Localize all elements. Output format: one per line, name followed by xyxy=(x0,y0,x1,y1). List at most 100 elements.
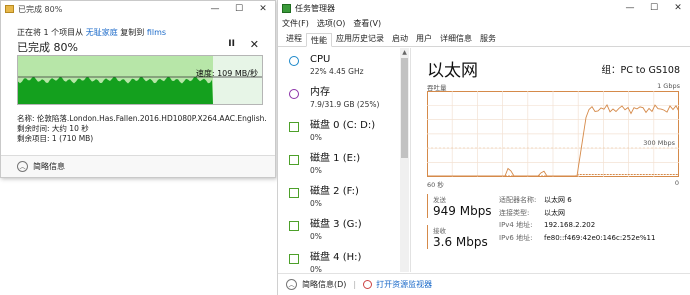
footer-divider: | xyxy=(353,280,357,289)
resource-item-disk-0[interactable]: 磁盘 0 (C: D:) 0% xyxy=(278,114,410,147)
resource-list: CPU 22% 4.45 GHz 内存 7.9/31.9 GB (25%) 磁盘 0… xyxy=(278,48,411,272)
resource-usage: 0% xyxy=(310,133,322,142)
speed-readout: 速度: 109 MB/秒 xyxy=(195,69,258,78)
throughput-max-label: 1 Gbps xyxy=(657,82,680,90)
file-name-line: 名称: 伦敦陷落.London.Has.Fallen.2016.HD1080P.… xyxy=(17,114,267,123)
menu-view[interactable]: 查看(V) xyxy=(353,18,381,29)
resource-usage: 22% 4.45 GHz xyxy=(310,67,364,76)
folder-icon xyxy=(5,5,14,13)
minimize-button[interactable]: — xyxy=(203,1,227,17)
receive-label: 接收 xyxy=(433,227,446,235)
brief-info-toggle[interactable]: ︿ 简略信息 xyxy=(1,155,275,177)
adapter-group: 组：PC to GS108 xyxy=(601,65,680,76)
resource-item-disk-3[interactable]: 磁盘 3 (G:) 0% xyxy=(278,213,410,246)
copy-window-title: 已完成 80% xyxy=(18,4,63,14)
property-key: IPv4 地址: xyxy=(499,221,533,229)
ethernet-detail-panel: 以太网 组：PC to GS108 吞吐量 1 Gbps 300 Mbps 60… xyxy=(424,48,686,272)
status-middle: 复制到 xyxy=(120,28,145,37)
resource-name: CPU xyxy=(310,54,331,65)
resource-usage: 0% xyxy=(310,232,322,241)
close-button[interactable]: ✕ xyxy=(251,1,275,17)
resource-usage: 7.9/31.9 GB (25%) xyxy=(310,100,380,109)
cpu-mini-graph-icon xyxy=(289,56,299,66)
brief-info-button[interactable]: 简略信息(D) xyxy=(302,279,346,290)
copy-details: 名称: 伦敦陷落.London.Has.Fallen.2016.HD1080P.… xyxy=(17,114,267,144)
scroll-thumb[interactable] xyxy=(401,58,408,158)
source-folder-link[interactable]: 无耻家庭 xyxy=(86,28,118,37)
memory-mini-graph-icon xyxy=(289,89,299,99)
destination-folder-link[interactable]: films xyxy=(147,28,166,37)
tab-performance[interactable]: 性能 xyxy=(306,33,332,47)
pause-button[interactable]: II xyxy=(228,39,235,49)
property-row: IPv6 地址: fe80::f469:42e0:146c:252e%11 xyxy=(499,232,655,245)
menu-bar: 文件(F) 选项(O) 查看(V) xyxy=(278,16,690,30)
resource-item-disk-4[interactable]: 磁盘 4 (H:) 0% xyxy=(278,246,410,272)
maximize-button[interactable]: ☐ xyxy=(642,0,666,16)
resource-item-cpu[interactable]: CPU 22% 4.45 GHz xyxy=(278,48,410,81)
property-value: fe80::f469:42e0:146c:252e%11 xyxy=(544,233,656,242)
task-manager-window: 任务管理器 — ☐ ✕ 文件(F) 选项(O) 查看(V) 进程 性能 应用历史… xyxy=(277,0,690,295)
property-key: 适配器名称: xyxy=(499,196,537,204)
scroll-up-icon[interactable]: ▲ xyxy=(400,48,409,57)
menu-options[interactable]: 选项(O) xyxy=(317,18,346,29)
detail-title: 以太网 xyxy=(427,61,478,81)
tm-window-controls: — ☐ ✕ xyxy=(618,0,690,16)
minimize-button[interactable]: — xyxy=(618,0,642,16)
resource-name: 磁盘 4 (H:) xyxy=(310,252,362,263)
percent-row: 已完成 80% II ✕ xyxy=(17,38,263,55)
property-row: 连接类型: 以太网 xyxy=(499,207,655,220)
property-row: 适配器名称: 以太网 6 xyxy=(499,194,655,207)
adapter-properties: 适配器名称: 以太网 6 连接类型: 以太网 IPv4 地址: 192.168.2.2… xyxy=(499,194,655,244)
resource-item-memory[interactable]: 内存 7.9/31.9 GB (25%) xyxy=(278,81,410,114)
resource-item-disk-1[interactable]: 磁盘 1 (E:) 0% xyxy=(278,147,410,180)
tab-app-history[interactable]: 应用历史记录 xyxy=(332,32,388,46)
resource-list-scrollbar[interactable]: ▲ xyxy=(400,48,409,272)
copy-status-line: 正在将 1 个项目从 无耻家庭 复制到 films xyxy=(17,27,166,38)
transfer-speed-graph: 速度: 109 MB/秒 xyxy=(17,55,263,105)
open-resource-monitor-link[interactable]: 打开资源监视器 xyxy=(376,279,432,290)
tab-startup[interactable]: 启动 xyxy=(388,32,412,46)
speed-graph-plot xyxy=(18,56,262,104)
chevron-up-icon[interactable]: ︿ xyxy=(286,279,297,290)
resource-name: 磁盘 3 (G:) xyxy=(310,219,362,230)
disk-mini-graph-icon xyxy=(289,221,299,231)
tab-strip: 进程 性能 应用历史记录 启动 用户 详细信息 服务 xyxy=(278,31,690,47)
throughput-graph: 300 Mbps xyxy=(427,91,679,177)
resource-name: 磁盘 0 (C: D:) xyxy=(310,120,376,131)
property-key: 连接类型: xyxy=(499,208,530,217)
tm-footer: ︿ 简略信息(D) | 打开资源监视器 xyxy=(278,273,690,295)
time-remaining-line: 剩余时间: 大约 10 秒 xyxy=(17,124,89,133)
resource-usage: 0% xyxy=(310,166,322,175)
cancel-copy-button[interactable]: ✕ xyxy=(250,38,259,51)
copy-window-controls: — ☐ ✕ xyxy=(203,1,275,17)
tab-services[interactable]: 服务 xyxy=(476,32,500,46)
chevron-up-icon: ︿ xyxy=(17,161,28,172)
tab-processes[interactable]: 进程 xyxy=(282,32,306,46)
copy-progress-dialog: 已完成 80% — ☐ ✕ 正在将 1 个项目从 无耻家庭 复制到 films … xyxy=(0,0,276,178)
maximize-button[interactable]: ☐ xyxy=(227,1,251,17)
task-manager-icon xyxy=(282,3,291,13)
percent-complete: 已完成 80% xyxy=(17,41,78,54)
resource-usage: 0% xyxy=(310,199,322,208)
time-axis-start: 60 秒 xyxy=(427,181,444,189)
disk-mini-graph-icon xyxy=(289,188,299,198)
disk-mini-graph-icon xyxy=(289,155,299,165)
tm-window-title: 任务管理器 xyxy=(295,3,335,13)
property-value: 以太网 xyxy=(544,208,565,217)
resource-name: 磁盘 2 (F:) xyxy=(310,186,359,197)
resource-item-disk-2[interactable]: 磁盘 2 (F:) 0% xyxy=(278,180,410,213)
property-value: 192.168.2.202 xyxy=(544,221,596,229)
tab-details[interactable]: 详细信息 xyxy=(436,32,476,46)
send-label: 发送 xyxy=(433,196,446,204)
receive-value: 3.6 Mbps xyxy=(433,235,488,249)
property-row: IPv4 地址: 192.168.2.202 xyxy=(499,219,655,232)
close-button[interactable]: ✕ xyxy=(666,0,690,16)
tab-users[interactable]: 用户 xyxy=(412,32,436,46)
send-value: 949 Mbps xyxy=(433,204,492,218)
resource-usage: 0% xyxy=(310,265,322,272)
receive-stat: 接收 3.6 Mbps xyxy=(427,225,488,249)
brief-info-label: 简略信息 xyxy=(33,162,65,171)
menu-file[interactable]: 文件(F) xyxy=(282,18,309,29)
resource-monitor-icon xyxy=(363,280,373,289)
items-remaining-line: 剩余项目: 1 (710 MB) xyxy=(17,134,94,143)
